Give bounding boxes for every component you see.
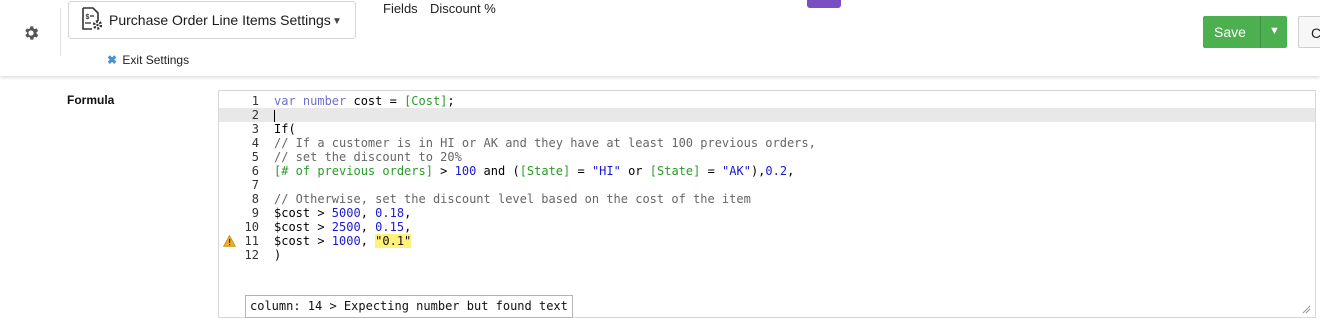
code-token: cost = (353, 94, 405, 108)
code-token: ; (447, 94, 455, 108)
document-settings-icon: $ (82, 7, 103, 30)
line-number: 6 (251, 164, 259, 178)
code-token: , (787, 164, 795, 178)
settings-title: Purchase Order Line Items Settings (109, 12, 331, 28)
code-token: // If a customer is in HI or AK and they… (274, 136, 816, 150)
formula-code-editor[interactable]: 1 var number cost = [Cost]; 2 3 If( 4 // If a … (218, 90, 1316, 318)
code-token: // set the discount to 20% (274, 150, 462, 164)
code-line[interactable]: 1 var number cost = [Cost]; (219, 94, 1315, 108)
code-token: and ( (476, 164, 520, 178)
settings-selector-dropdown[interactable]: $ Purchase Order Line Items Settings ▼ (68, 1, 356, 39)
line-number: 1 (251, 94, 259, 108)
code-text (274, 108, 275, 122)
code-text: [# of previous orders] > 100 and ([State… (274, 164, 794, 178)
settings-header: $ Purchase Order Line Items Settings ▼ ✖… (0, 0, 1320, 76)
code-token: "0.1" (375, 234, 412, 248)
tab-discount[interactable]: Discount % (430, 1, 496, 16)
tab-fields[interactable]: Fields (383, 1, 418, 16)
code-token: [# of previous orders] (274, 164, 433, 178)
code-token: [Cost] (404, 94, 448, 108)
code-token: = (700, 164, 723, 178)
svg-text:$: $ (86, 14, 90, 21)
code-text: ) (274, 248, 281, 262)
close-icon: ✖ (107, 53, 118, 67)
code-token: , (360, 220, 376, 234)
code-line[interactable]: 10 $cost > 2500, 0.15, (219, 220, 1315, 234)
code-line[interactable]: 12) (219, 248, 1315, 262)
line-number: 8 (251, 192, 259, 206)
code-token: 0.18 (375, 206, 405, 220)
cancel-button[interactable]: C (1298, 16, 1320, 48)
code-line[interactable]: 8 // Otherwise, set the discount level ba… (219, 192, 1315, 206)
code-token: = (570, 164, 592, 178)
resize-handle-icon[interactable] (1302, 305, 1311, 314)
code-token: or (620, 164, 650, 178)
code-line[interactable]: 5 // set the discount to 20% (219, 150, 1315, 164)
code-token: "HI" (591, 164, 621, 178)
code-token: 2500 (331, 220, 361, 234)
code-token: > (432, 164, 455, 178)
code-token: $cost > (274, 206, 332, 220)
warning-icon (223, 235, 236, 247)
code-token: 5000 (331, 206, 361, 220)
code-token: number (302, 94, 354, 108)
code-text: $cost > 2500, 0.15, (274, 220, 411, 234)
code-text: $cost > 1000, "0.1" (274, 234, 412, 248)
help-tab[interactable] (807, 0, 841, 8)
line-number: 7 (251, 178, 259, 192)
header-divider (60, 8, 61, 56)
exit-settings-link[interactable]: ✖ Exit Settings (107, 53, 189, 67)
code-line[interactable]: 3 If( (219, 122, 1315, 136)
line-number: 3 (251, 122, 259, 136)
code-token: "AK" (722, 164, 751, 178)
code-token: , (404, 220, 412, 234)
code-token: 0.15 (375, 220, 405, 234)
code-token: , (404, 206, 412, 220)
save-dropdown-arrow-icon[interactable]: ▼ (1269, 25, 1280, 37)
line-number: 5 (251, 150, 259, 164)
text-cursor (274, 109, 275, 122)
save-button[interactable]: Save ▼ (1203, 16, 1287, 48)
code-token: var (274, 94, 303, 108)
code-text: // set the discount to 20% (274, 150, 462, 164)
code-token: $cost > (274, 234, 332, 248)
code-token: , (360, 206, 376, 220)
exit-settings-label: Exit Settings (122, 53, 190, 67)
code-token: 0.2 (765, 164, 788, 178)
line-number: 2 (251, 108, 259, 122)
code-line[interactable]: 2 (219, 108, 1315, 122)
code-token: [State] (649, 164, 701, 178)
chevron-down-icon: ▼ (332, 16, 342, 27)
code-line[interactable]: 11 $cost > 1000, "0.1" (219, 234, 1315, 248)
code-token: , (360, 234, 376, 248)
code-token: 100 (454, 164, 477, 178)
code-token: If( (274, 122, 296, 136)
code-line[interactable]: 4 // If a customer is in HI or AK and the… (219, 136, 1315, 150)
line-number: 4 (251, 136, 259, 150)
error-tooltip: column: 14 > Expecting number but found … (245, 295, 573, 318)
code-token: [State] (519, 164, 571, 178)
code-token: $cost > (274, 220, 332, 234)
code-line[interactable]: 6 [# of previous orders] > 100 and ([Stat… (219, 164, 1315, 178)
formula-field-label: Formula (67, 93, 115, 107)
code-text: var number cost = [Cost]; (274, 94, 455, 108)
code-text: If( (274, 122, 296, 136)
save-label: Save (1214, 24, 1246, 40)
code-line[interactable]: 7 (219, 178, 1315, 192)
code-token: ) (274, 248, 282, 262)
gear-icon[interactable] (22, 24, 40, 42)
code-line[interactable]: 9 $cost > 5000, 0.18, (219, 206, 1315, 220)
code-token: // Otherwise, set the discount level bas… (274, 192, 751, 206)
code-text: $cost > 5000, 0.18, (274, 206, 411, 220)
code-token: ), (750, 164, 766, 178)
cancel-label: C (1311, 25, 1320, 41)
code-text: // Otherwise, set the discount level bas… (274, 192, 751, 206)
line-number: 9 (251, 206, 259, 220)
line-number: 10 (244, 220, 259, 234)
code-token: 1000 (331, 234, 361, 248)
line-number: 12 (244, 248, 259, 262)
code-text: // If a customer is in HI or AK and they… (274, 136, 816, 150)
save-split-divider (1260, 16, 1261, 48)
